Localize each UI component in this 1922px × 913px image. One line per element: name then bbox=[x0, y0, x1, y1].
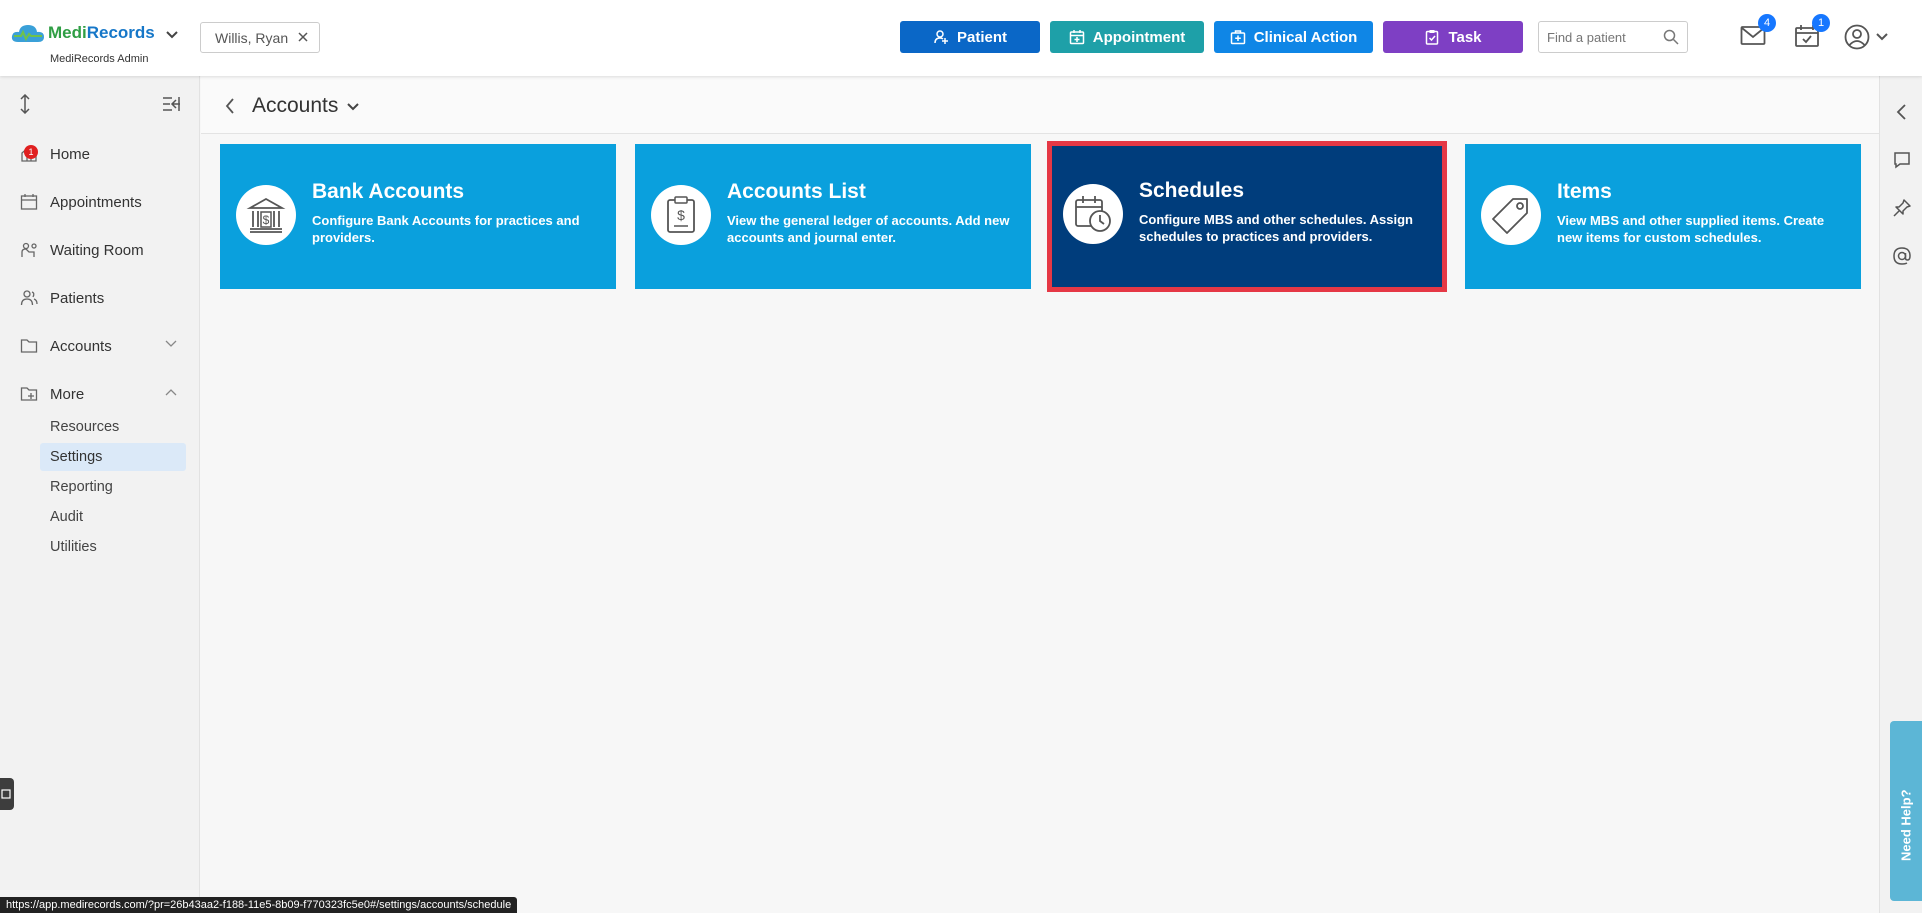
sidebar-item-label: Accounts bbox=[50, 337, 112, 355]
add-user-icon bbox=[934, 30, 948, 44]
patient-search[interactable] bbox=[1538, 21, 1688, 53]
medirecords-logo[interactable]: MediRecords bbox=[10, 22, 155, 44]
left-sidebar: Home Appointments Waiting Room Patients … bbox=[0, 76, 200, 913]
status-url: https://app.medirecords.com/?pr=26b43aa2… bbox=[0, 897, 518, 913]
add-task-label: Task bbox=[1448, 28, 1482, 46]
card-schedules[interactable]: Schedules Configure MBS and other schedu… bbox=[1047, 141, 1447, 292]
add-appointment-label: Appointment bbox=[1092, 28, 1186, 46]
clipboard-icon bbox=[1426, 30, 1439, 45]
patients-icon bbox=[20, 290, 38, 306]
collapse-sidebar-icon[interactable] bbox=[162, 96, 180, 112]
folder-icon bbox=[20, 339, 38, 353]
user-circle-icon bbox=[1844, 24, 1870, 50]
sidebar-item-appointments[interactable]: Appointments bbox=[20, 188, 185, 216]
sidebar-item-patients[interactable]: Patients bbox=[20, 284, 185, 312]
card-title: Schedules bbox=[1139, 179, 1245, 202]
bank-icon: $ bbox=[246, 197, 286, 233]
add-patient-button[interactable]: Patient bbox=[900, 21, 1040, 53]
top-header: MediRecords MediRecords Admin Willis, Ry… bbox=[0, 0, 1922, 76]
medical-kit-icon bbox=[1230, 30, 1245, 45]
sidebar-subitem-settings[interactable]: Settings bbox=[40, 443, 186, 471]
sidebar-subitem-reporting[interactable]: Reporting bbox=[40, 473, 186, 501]
left-edge-tab[interactable] bbox=[0, 778, 14, 810]
add-appointment-button[interactable]: Appointment bbox=[1050, 21, 1204, 53]
active-patient-chip[interactable]: Willis, Ryan bbox=[200, 22, 320, 53]
at-mention-icon[interactable] bbox=[1892, 246, 1912, 266]
sidebar-item-label: Waiting Room bbox=[50, 241, 144, 259]
chevron-left-icon[interactable] bbox=[1892, 102, 1912, 122]
chevron-down-icon bbox=[165, 340, 177, 347]
tasks-button[interactable]: 1 bbox=[1794, 14, 1830, 52]
cloud-logo-icon bbox=[11, 25, 44, 42]
clinical-action-label: Clinical Action bbox=[1253, 28, 1358, 46]
calendar-plus-icon bbox=[1069, 30, 1084, 45]
sidebar-item-home[interactable]: Home bbox=[20, 140, 185, 168]
card-title: Items bbox=[1557, 180, 1612, 203]
sidebar-item-label: Home bbox=[50, 145, 91, 163]
active-patient-name: Willis, Ryan bbox=[215, 29, 289, 46]
card-description: View the general ledger of accounts. Add… bbox=[727, 213, 1010, 245]
card-bank-accounts[interactable]: $ Bank Accounts Configure Bank Accounts … bbox=[220, 144, 616, 289]
account-menu[interactable] bbox=[1844, 24, 1888, 50]
messages-button[interactable]: 4 bbox=[1740, 14, 1776, 52]
add-task-button[interactable]: Task bbox=[1383, 21, 1523, 53]
logo-subtitle: MediRecords Admin bbox=[50, 53, 149, 65]
chevron-down-icon[interactable] bbox=[166, 31, 178, 39]
back-arrow-icon[interactable] bbox=[225, 98, 235, 114]
sidebar-item-label: Patients bbox=[50, 289, 105, 307]
tasks-badge: 1 bbox=[1812, 14, 1830, 32]
widget-icon bbox=[1, 789, 11, 799]
page-header: Accounts bbox=[201, 76, 1879, 134]
need-help-label: Need Help? bbox=[1898, 789, 1914, 861]
search-icon[interactable] bbox=[1663, 29, 1679, 45]
sidebar-item-more[interactable]: More bbox=[20, 380, 185, 408]
close-icon[interactable] bbox=[297, 31, 309, 43]
messages-badge: 4 bbox=[1758, 14, 1776, 32]
more-folder-icon bbox=[20, 387, 38, 401]
patient-search-input[interactable] bbox=[1547, 22, 1667, 52]
ledger-icon: $ bbox=[667, 196, 695, 233]
card-title: Bank Accounts bbox=[312, 180, 465, 203]
svg-text:$: $ bbox=[263, 213, 270, 227]
chevron-down-icon[interactable] bbox=[347, 103, 359, 111]
sidebar-item-label: Appointments bbox=[50, 193, 142, 211]
pin-icon[interactable] bbox=[1892, 198, 1912, 218]
logo-brand-records: Records bbox=[86, 23, 155, 42]
sidebar-tools bbox=[18, 94, 182, 118]
chat-badge: 1 bbox=[24, 145, 38, 159]
card-title: Accounts List bbox=[727, 180, 866, 203]
page-title[interactable]: Accounts bbox=[252, 94, 338, 118]
chevron-down-icon bbox=[1876, 33, 1888, 41]
card-items[interactable]: Items View MBS and other supplied items.… bbox=[1465, 144, 1861, 289]
sidebar-subitem-resources[interactable]: Resources bbox=[40, 413, 186, 441]
sidebar-item-label: More bbox=[50, 385, 85, 403]
svg-text:$: $ bbox=[677, 207, 685, 223]
card-description: Configure Bank Accounts for practices an… bbox=[312, 213, 580, 245]
sidebar-subitem-audit[interactable]: Audit bbox=[40, 503, 186, 531]
chevron-up-icon bbox=[165, 389, 177, 396]
resize-vertical-icon[interactable] bbox=[18, 94, 32, 114]
logo-brand-medi: Medi bbox=[48, 23, 87, 42]
sidebar-subitem-utilities[interactable]: Utilities bbox=[40, 533, 186, 561]
tag-icon bbox=[1492, 198, 1528, 234]
schedule-icon bbox=[1075, 196, 1111, 232]
sidebar-item-accounts[interactable]: Accounts bbox=[20, 332, 185, 360]
calendar-icon bbox=[20, 194, 38, 210]
chat-icon[interactable] bbox=[1892, 150, 1912, 170]
card-accounts-list[interactable]: $ Accounts List View the general ledger … bbox=[635, 144, 1031, 289]
sidebar-item-waiting-room[interactable]: Waiting Room bbox=[20, 236, 185, 264]
clinical-action-button[interactable]: Clinical Action bbox=[1214, 21, 1373, 53]
card-description: Configure MBS and other schedules. Assig… bbox=[1139, 212, 1413, 244]
waiting-room-icon bbox=[21, 242, 37, 257]
card-description: View MBS and other supplied items. Creat… bbox=[1557, 213, 1825, 245]
add-patient-label: Patient bbox=[956, 28, 1007, 46]
